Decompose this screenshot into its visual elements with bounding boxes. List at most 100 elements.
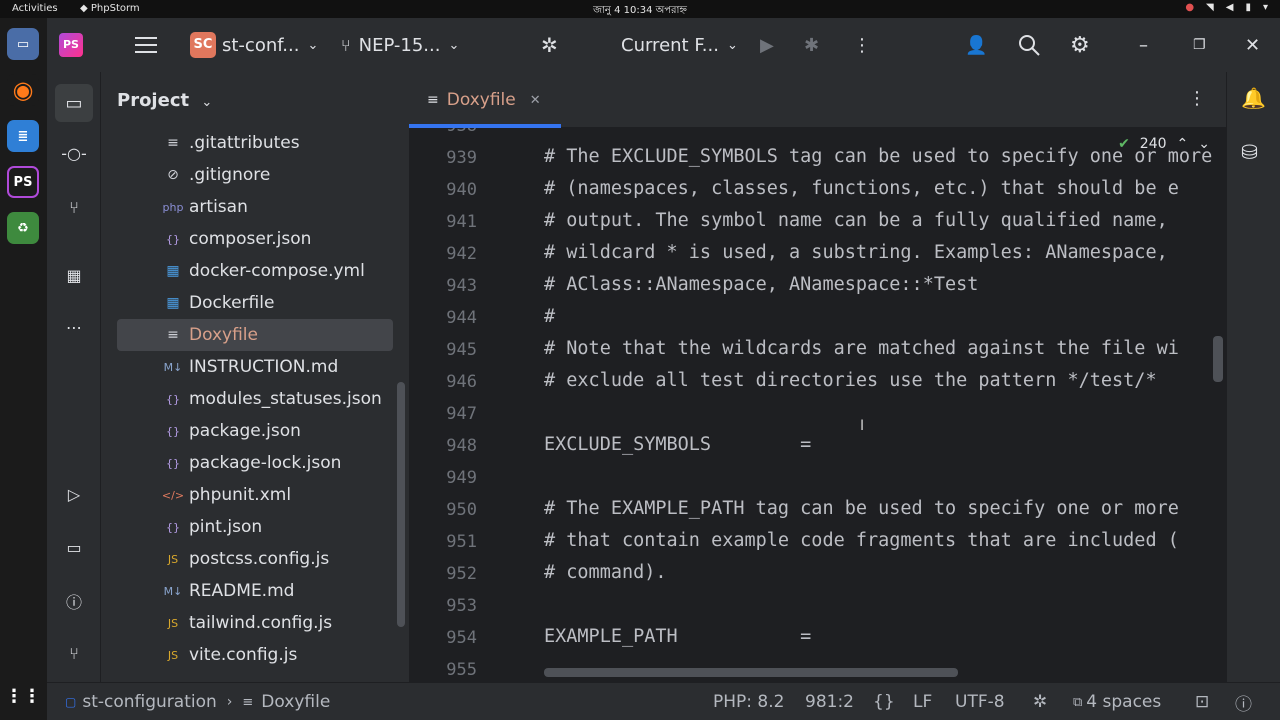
tab-doxyfile[interactable]: ≡ Doxyfile ✕ <box>409 72 561 128</box>
problems-widget[interactable]: ⓘ <box>1235 683 1252 720</box>
add-user-button[interactable]: 👤 <box>965 18 987 72</box>
file-encoding[interactable]: UTF-8 <box>955 683 1005 720</box>
maximize-window-button[interactable]: ❐ <box>1193 18 1206 72</box>
markdown-file-icon: M↓ <box>163 360 183 374</box>
read-only-toggle[interactable]: ⊡ <box>1195 683 1209 720</box>
code-line[interactable]: # command). <box>544 562 667 583</box>
tab-options-button[interactable]: ⋮ <box>1188 88 1206 109</box>
editor-vertical-scrollbar[interactable] <box>1213 336 1223 382</box>
terminal-tool-button[interactable]: ▭ <box>59 532 89 562</box>
tree-item[interactable]: ≡ Doxyfile <box>117 319 393 351</box>
tree-item[interactable]: ⊘ .gitignore <box>117 159 393 191</box>
code-line[interactable]: # (namespaces, classes, functions, etc.)… <box>544 178 1179 199</box>
code-line[interactable]: # The EXAMPLE_PATH tag can be used to sp… <box>544 498 1179 519</box>
code-line[interactable]: # <box>544 306 555 327</box>
tree-item[interactable]: ≡ .gitattributes <box>117 127 393 159</box>
indent-widget[interactable]: ⧉ 4 spaces <box>1073 683 1161 720</box>
code-line[interactable]: # exclude all test directories use the p… <box>544 370 1157 391</box>
services-tool-button[interactable]: ▷ <box>59 479 89 509</box>
tree-item-label: artisan <box>189 197 248 217</box>
pull-requests-tool-button[interactable]: ⑂ <box>59 192 89 222</box>
code-line[interactable]: # The EXCLUDE_SYMBOLS tag can be used to… <box>544 146 1212 167</box>
debug-disabled-button[interactable]: ✲ <box>541 18 558 72</box>
close-tab-icon[interactable]: ✕ <box>530 93 541 108</box>
line-separator[interactable]: LF <box>913 683 932 720</box>
more-actions-button[interactable]: ⋮ <box>853 18 871 72</box>
trash-app-icon[interactable]: ♻ <box>7 212 39 244</box>
breadcrumb-file[interactable]: Doxyfile <box>261 692 330 712</box>
tree-item[interactable]: M↓ README.md <box>117 575 393 607</box>
tree-item-label: postcss.config.js <box>189 549 330 569</box>
project-panel-header[interactable]: Project ⌄ <box>117 90 212 111</box>
tree-item[interactable]: {} composer.json <box>117 223 393 255</box>
database-icon: ⛁ <box>1241 140 1258 164</box>
line-number: 954 <box>446 628 477 648</box>
line-number: 948 <box>446 436 477 456</box>
writer-app-icon[interactable]: ≣ <box>7 120 39 152</box>
code-line[interactable]: # output. The symbol name can be a fully… <box>544 210 1179 231</box>
project-scrollbar[interactable] <box>397 382 405 627</box>
tree-item[interactable]: ▦ Dockerfile <box>117 287 393 319</box>
line-number: 953 <box>446 596 477 616</box>
git-tool-button[interactable]: ⑂ <box>59 638 89 668</box>
code-line[interactable]: # AClass::ANamespace, ANamespace::*Test <box>544 274 978 295</box>
vcs-branch-switcher[interactable]: ⑂ NEP-15... ⌄ <box>341 18 459 72</box>
chevron-down-icon: ⌄ <box>307 37 319 53</box>
notifications-button[interactable]: 🔔 <box>1241 86 1266 110</box>
tree-item-label: tailwind.config.js <box>189 613 333 633</box>
php-language-level[interactable]: PHP: 8.2 <box>713 683 784 720</box>
project-tool-button[interactable]: ▭ <box>55 84 93 122</box>
tree-item[interactable]: {} modules_statuses.json <box>117 383 393 415</box>
caret-position[interactable]: 981:2 <box>805 683 854 720</box>
warning-icon: ⓘ <box>1235 694 1252 715</box>
show-apps-icon[interactable]: ⋮⋮ <box>5 680 41 712</box>
close-window-button[interactable]: ✕ <box>1245 18 1260 72</box>
tree-item[interactable]: JS tailwind.config.js <box>117 607 393 639</box>
mouse-text-cursor-icon: I <box>860 418 865 434</box>
more-tools-button[interactable]: ⋯ <box>59 312 89 342</box>
main-menu-button[interactable] <box>135 18 159 72</box>
breadcrumb-project[interactable]: st-configuration <box>82 692 216 712</box>
debug-button[interactable]: ✱ <box>804 18 819 72</box>
git-branch-icon: ⑂ <box>341 35 351 55</box>
system-tray[interactable]: ● ◥ ◀ ▮ ▾ <box>1185 2 1268 13</box>
tree-item[interactable]: </> phpunit.xml <box>117 479 393 511</box>
settings-button[interactable]: ⚙ <box>1070 18 1090 72</box>
search-everywhere-button[interactable] <box>1017 18 1041 72</box>
line-number: 950 <box>446 500 477 520</box>
phpstorm-app-icon[interactable]: PS <box>7 166 39 198</box>
project-switcher[interactable]: SC st-conf... ⌄ <box>190 18 318 72</box>
line-number: 940 <box>446 180 477 200</box>
folder-icon: ▭ <box>65 92 83 114</box>
database-tool-button[interactable]: ⛁ <box>1241 140 1258 164</box>
minimize-window-button[interactable]: – <box>1139 18 1148 72</box>
files-app-icon[interactable]: ▭ <box>7 28 39 60</box>
tree-item[interactable]: ▦ docker-compose.yml <box>117 255 393 287</box>
code-line[interactable]: # Note that the wildcards are matched ag… <box>544 338 1179 359</box>
tree-item[interactable]: {} package.json <box>117 415 393 447</box>
tree-item[interactable]: M↓ INSTRUCTION.md <box>117 351 393 383</box>
editor-horizontal-scrollbar[interactable] <box>544 668 958 677</box>
code-editor[interactable]: ✔ 240 ⌃ ⌄ 938939# The EXCLUDE_SYMBOLS ta… <box>409 128 1226 682</box>
code-line[interactable]: EXCLUDE_SYMBOLS = <box>544 434 811 455</box>
code-line[interactable]: # that contain example code fragments th… <box>544 530 1179 551</box>
commit-tool-button[interactable]: -○- <box>59 138 89 168</box>
structure-tool-button[interactable]: ▦ <box>59 260 89 290</box>
tree-item[interactable]: php artisan <box>117 191 393 223</box>
debug-disabled-widget[interactable]: ✲ <box>1033 683 1047 720</box>
code-line[interactable]: EXAMPLE_PATH = <box>544 626 811 647</box>
tree-item[interactable]: {} pint.json <box>117 511 393 543</box>
problems-tool-button[interactable]: ⓘ <box>59 586 89 616</box>
firefox-app-icon[interactable]: ◉ <box>7 74 39 106</box>
json-schema-widget[interactable]: {} <box>873 683 895 720</box>
search-icon <box>1019 35 1040 56</box>
tree-item[interactable]: JS postcss.config.js <box>117 543 393 575</box>
run-button[interactable]: ▶ <box>760 18 774 72</box>
code-line[interactable]: # wildcard * is used, a substring. Examp… <box>544 242 1179 263</box>
js-file-icon: JS <box>167 552 179 566</box>
run-configuration-selector[interactable]: Current F... ⌄ <box>621 18 738 72</box>
left-tool-window-bar: ▭ -○- ⑂ ▦ ⋯ ▷ ▭ ⓘ ⑂ <box>47 72 101 682</box>
tree-item[interactable]: {} package-lock.json <box>117 447 393 479</box>
tree-item[interactable]: JS vite.config.js <box>117 639 393 671</box>
indent-label: 4 spaces <box>1086 692 1162 712</box>
